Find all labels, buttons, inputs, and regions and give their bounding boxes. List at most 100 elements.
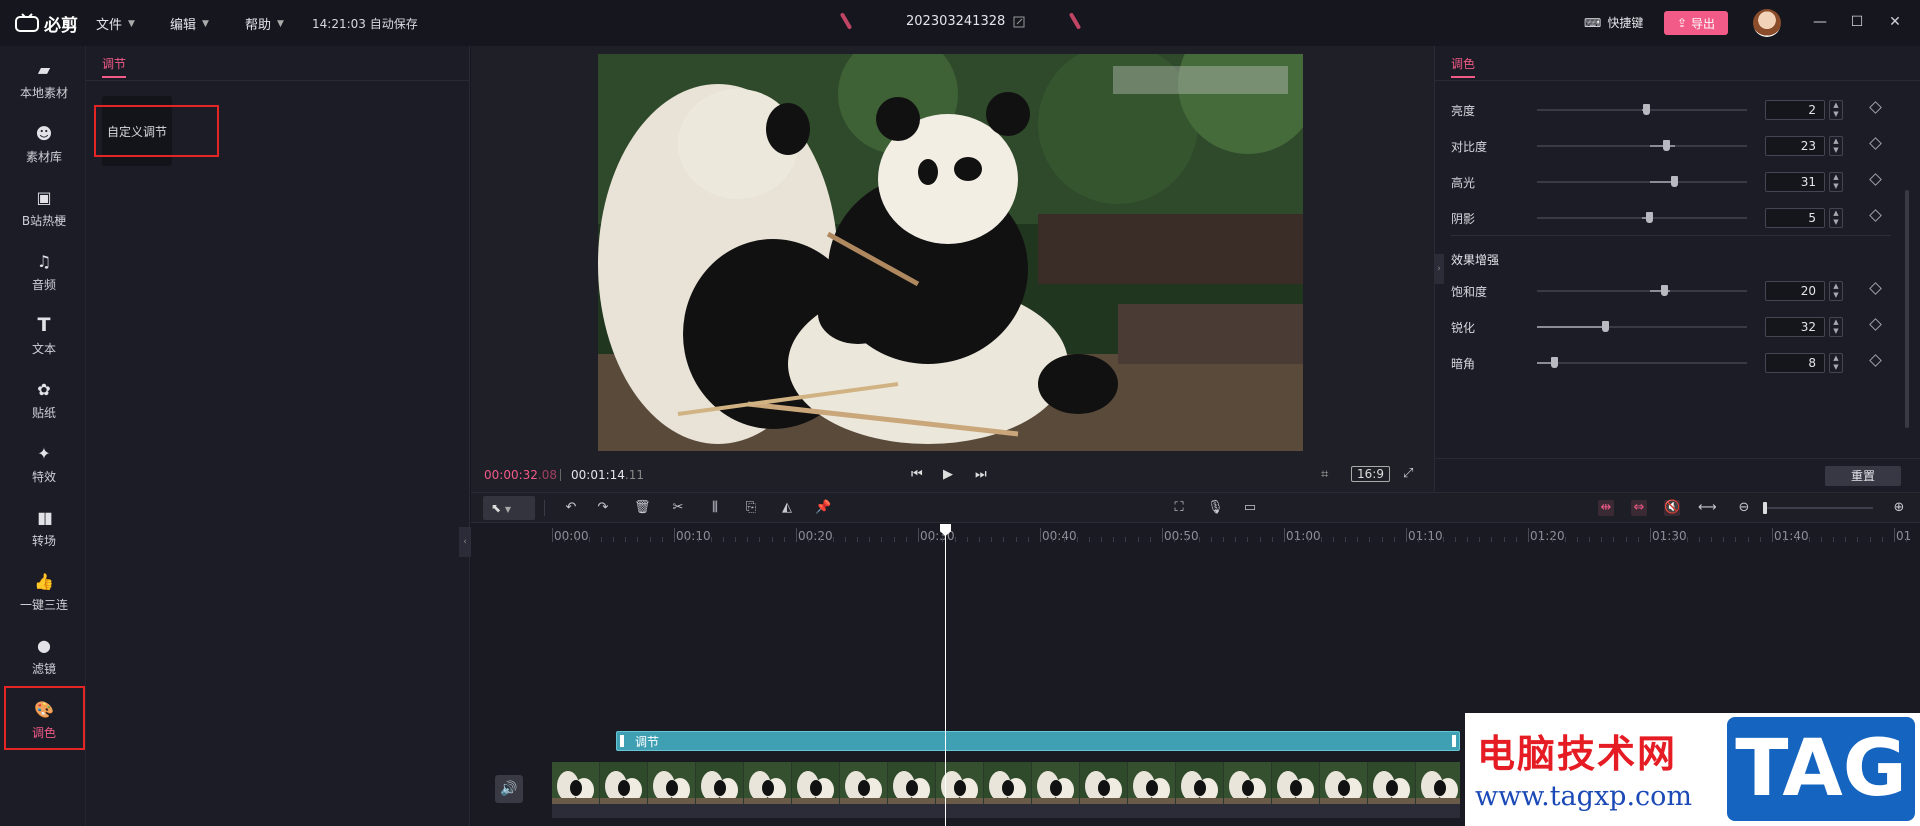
project-name[interactable]: 202303241328 [906,14,1025,29]
play-icon[interactable]: ▶ [943,467,953,482]
highlight-stepper[interactable]: ▲ ▼ [1829,172,1843,192]
keyframe-icon[interactable] [1869,173,1882,186]
brightness-stepper[interactable]: ▲ ▼ [1829,100,1843,120]
ruler-subtick [1857,537,1859,542]
ruler-subtick [1796,537,1798,542]
ruler-subtick [1101,537,1102,542]
tv-logo-icon [15,13,39,32]
ruler-subtick [1820,537,1822,542]
close-icon[interactable]: ✕ [1885,12,1905,32]
keyframe-icon[interactable] [1869,209,1882,222]
ruler-subtick [613,537,614,542]
prev-frame-icon[interactable]: ⏮ [911,467,923,482]
tab-adjust[interactable]: 调节 [102,55,126,72]
thumbnail-frame [600,762,647,804]
screen-capture-icon[interactable]: ⛶ [1171,500,1187,516]
zoom-in-icon[interactable]: ⊕ [1891,500,1907,516]
highlight-slider[interactable] [1537,176,1747,187]
ruler-subtick [747,537,749,542]
clip-handle-left[interactable] [620,735,624,747]
brightness-slider[interactable] [1537,104,1747,115]
sharpen-slider[interactable] [1537,321,1747,332]
minimize-icon[interactable]: — [1810,12,1830,32]
reset-button[interactable]: 重置 [1825,466,1901,486]
nav-transition[interactable]: ▮▮ 转场 [4,498,84,558]
ruler-subtick [1369,537,1371,542]
delete-icon[interactable]: 🗑 [634,500,651,516]
track-volume-icon[interactable]: 🔊 [495,775,523,803]
shadow-slider[interactable] [1537,212,1747,223]
vignette-stepper[interactable]: ▲ ▼ [1829,353,1843,373]
folder-icon: ▰ [37,59,51,79]
avatar[interactable] [1753,9,1781,37]
clip-handle-right[interactable] [1452,735,1456,747]
sharpen-stepper[interactable]: ▲ ▼ [1829,317,1843,337]
contrast-slider[interactable] [1537,140,1747,151]
menu-edit[interactable]: 编辑 ▼ [170,14,209,33]
crop-icon[interactable]: ⌗ [1321,467,1328,482]
adjust-clip[interactable]: 调节 [616,731,1460,751]
ruler-subtick [1174,537,1176,542]
keyframe-icon[interactable] [1869,318,1882,331]
brightness-input[interactable]: 2 [1765,100,1825,120]
vignette-input[interactable]: 8 [1765,353,1825,373]
select-tool-button[interactable]: ⬉ ▼ [483,496,535,520]
collapse-left-icon[interactable]: ‹ [459,527,471,557]
saturation-stepper[interactable]: ▲ ▼ [1829,281,1843,301]
keyframe-icon[interactable] [1869,137,1882,150]
nav-material-library[interactable]: ☻ 素材库 [4,114,84,174]
nav-local-media[interactable]: ▰ 本地素材 [4,50,84,110]
menu-file[interactable]: 文件 ▼ [96,14,135,33]
nav-bilibili-memes[interactable]: ▣ B站热梗 [4,178,84,238]
maximize-icon[interactable]: ☐ [1847,12,1867,32]
fit-icon[interactable]: ⟷ [1698,500,1717,516]
keyframe-icon[interactable] [1869,101,1882,114]
aspect-ratio-button[interactable]: 16:9 [1351,466,1390,482]
menu-help[interactable]: 帮助 ▼ [245,14,284,33]
playhead[interactable] [945,524,946,826]
undo-icon[interactable]: ↶ [563,500,579,516]
fullscreen-icon[interactable]: ⤢ [1403,466,1413,481]
nav-triple[interactable]: 👍 一键三连 [4,562,84,622]
camera-icon[interactable]: ▭ [1242,500,1258,516]
nav-audio[interactable]: ♫ 音频 [4,242,84,302]
ruler-subtick [1271,537,1273,542]
highlight-input[interactable]: 31 [1765,172,1825,192]
nav-filter[interactable]: ● 滤镜 [4,626,84,686]
ruler-subtick [942,537,944,542]
saturation-slider[interactable] [1537,285,1747,296]
shadow-stepper[interactable]: ▲ ▼ [1829,208,1843,228]
export-button[interactable]: ⇪ 导出 [1664,11,1728,35]
cut-icon[interactable]: ✂ [670,500,686,516]
vignette-slider[interactable] [1537,357,1747,368]
next-frame-icon[interactable]: ⏭ [975,467,987,482]
mute-icon[interactable]: 🔇 [1664,500,1680,516]
ruler-subtick [1564,537,1566,542]
nav-text[interactable]: T 文本 [4,306,84,366]
link-icon[interactable]: ⇔ [1631,500,1647,516]
mirror-icon[interactable]: ◭ [779,500,795,516]
split-icon[interactable]: ⫼ [707,500,723,516]
ruler-subtick [1235,537,1237,542]
sharpen-input[interactable]: 32 [1765,317,1825,337]
nav-sticker[interactable]: ✿ 贴纸 [4,370,84,430]
freeze-icon[interactable]: ⎘ [743,500,759,516]
pin-icon[interactable]: 📌 [815,500,831,516]
shortcut-button[interactable]: ⌨ 快捷键 [1584,14,1643,31]
scrollbar[interactable] [1905,190,1909,428]
contrast-input[interactable]: 23 [1765,136,1825,156]
zoom-out-icon[interactable]: ⊖ [1736,500,1752,516]
collapse-right-icon[interactable]: › [1434,254,1444,284]
magnet-icon[interactable]: ⇹ [1598,500,1614,516]
zoom-slider[interactable] [1763,502,1873,514]
redo-icon[interactable]: ↷ [595,500,611,516]
keyframe-icon[interactable] [1869,282,1882,295]
shadow-input[interactable]: 5 [1765,208,1825,228]
contrast-stepper[interactable]: ▲ ▼ [1829,136,1843,156]
microphone-icon[interactable]: 🎙 [1207,500,1224,516]
saturation-input[interactable]: 20 [1765,281,1825,301]
tab-color[interactable]: 调色 [1451,55,1475,72]
nav-effects[interactable]: ✦ 特效 [4,434,84,494]
video-clip[interactable] [552,762,1460,804]
keyframe-icon[interactable] [1869,354,1882,367]
